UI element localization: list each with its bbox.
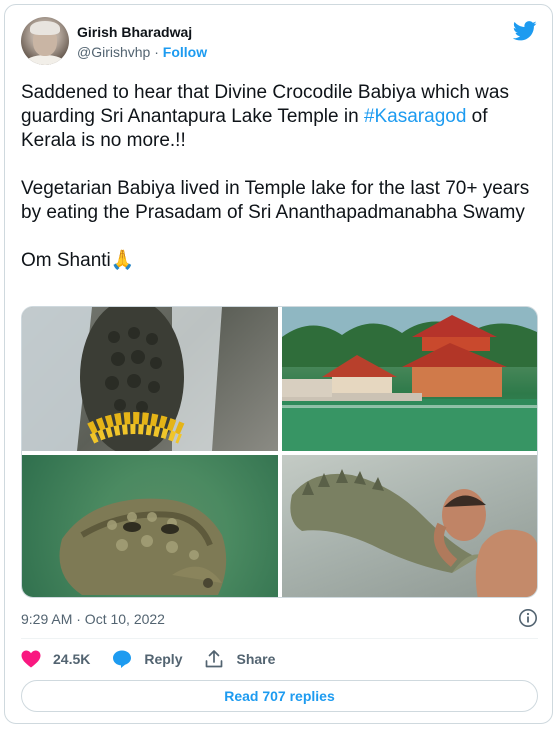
like-button[interactable]: 24.5K (21, 650, 90, 668)
twitter-bird-icon[interactable] (513, 21, 537, 41)
share-button[interactable]: Share (204, 649, 275, 669)
divider (21, 638, 538, 639)
handle-separator: · (150, 44, 163, 60)
media-photo-crocodile-garland[interactable] (22, 307, 278, 451)
author-name[interactable]: Girish Bharadwaj (77, 24, 192, 40)
read-replies-button[interactable]: Read 707 replies (21, 680, 538, 712)
reply-button[interactable]: Reply (112, 649, 182, 669)
avatar-shirt (25, 55, 65, 65)
photo-illustration (290, 469, 537, 597)
folded-hands-emoji: 🙏 (110, 250, 135, 271)
photo-illustration (59, 498, 227, 595)
photo-illustration (282, 307, 537, 451)
tweet-paragraph-3: Om Shanti🙏 (21, 249, 536, 273)
tweet-paragraph-1: Saddened to hear that Divine Crocodile B… (21, 81, 536, 153)
om-shanti-text: Om Shanti (21, 250, 111, 271)
tweet-text: Saddened to hear that Divine Crocodile B… (21, 81, 536, 273)
reply-bubble-icon (113, 650, 132, 668)
heart-icon (21, 650, 41, 668)
media-photo-crocodile-water[interactable] (22, 455, 278, 597)
tweet-paragraph-2: Vegetarian Babiya lived in Temple lake f… (21, 178, 530, 223)
media-photo-feeding-crocodile[interactable] (282, 455, 537, 597)
share-label: Share (236, 651, 276, 667)
media-photo-temple-lake[interactable] (282, 307, 537, 451)
author-handle-line: @Girishvhp · Follow (77, 44, 207, 60)
reply-label: Reply (144, 651, 183, 667)
author-handle[interactable]: @Girishvhp (77, 44, 150, 60)
avatar-hair (30, 21, 60, 35)
photo-illustration (22, 307, 222, 451)
follow-link[interactable]: Follow (163, 44, 207, 60)
hashtag-link[interactable]: #Kasaragod (364, 106, 466, 127)
tweet-timestamp[interactable]: 9:29 AM · Oct 10, 2022 (21, 611, 165, 627)
tweet-card: Girish Bharadwaj @Girishvhp · Follow Sad… (4, 4, 553, 724)
like-count: 24.5K (53, 651, 91, 667)
action-bar: 24.5K Reply Share (21, 647, 297, 671)
media-grid (21, 306, 538, 598)
share-upload-icon (206, 650, 223, 668)
avatar[interactable] (21, 17, 69, 65)
info-icon[interactable] (518, 608, 538, 628)
